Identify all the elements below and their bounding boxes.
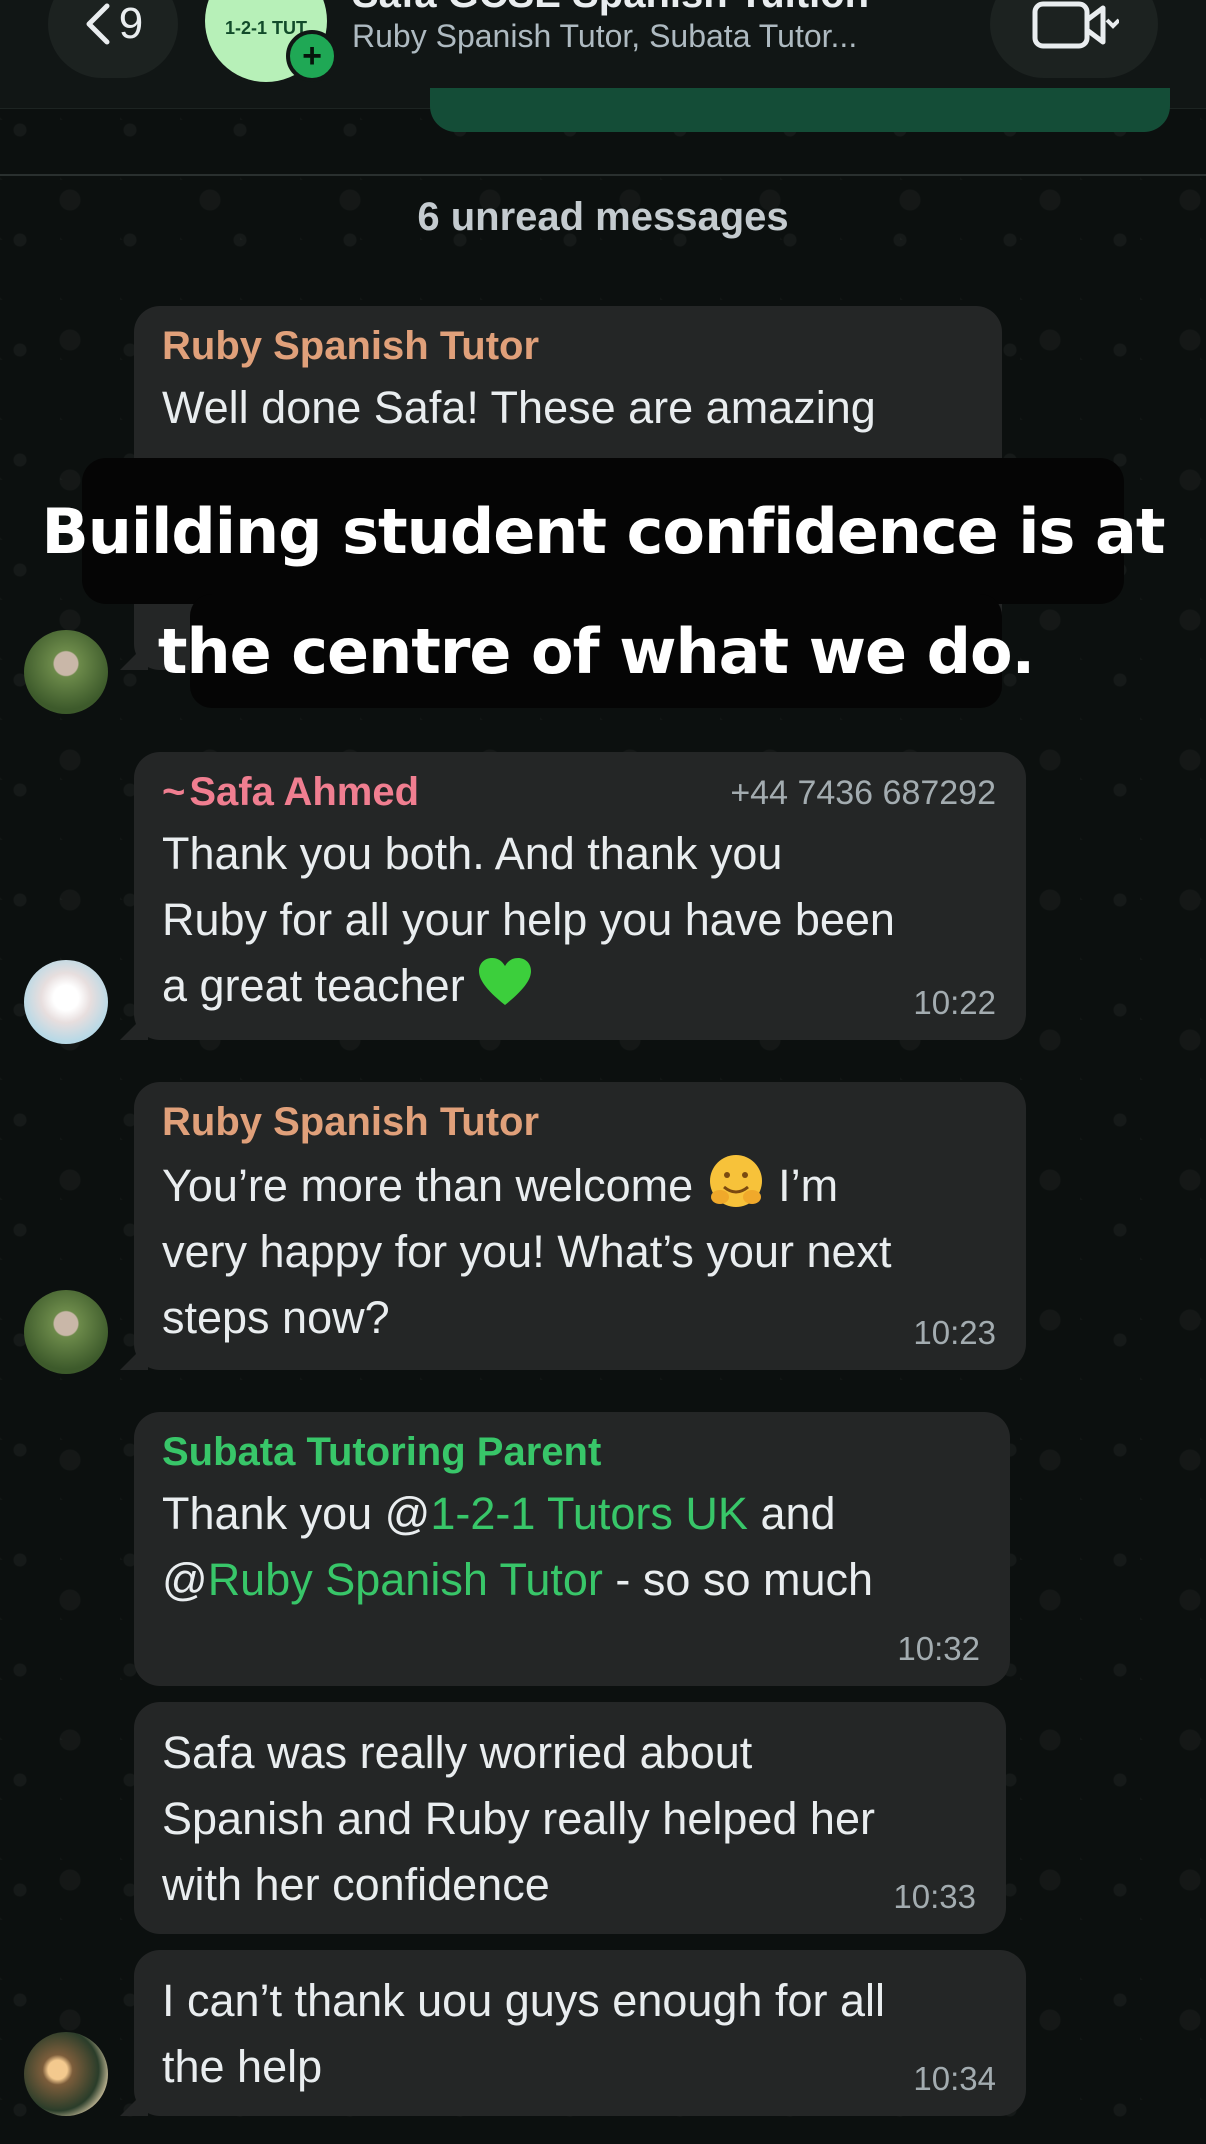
- message-bubble[interactable]: Safa was really worried about Spanish an…: [134, 1702, 1006, 1934]
- mention-link[interactable]: Ruby Spanish Tutor: [208, 1554, 603, 1605]
- message-time: 10:33: [893, 1878, 976, 1915]
- avatar[interactable]: [24, 2032, 108, 2116]
- group-title: Safa GCSE Spanish Tuition: [352, 0, 869, 17]
- message-bubble[interactable]: Subata Tutoring Parent Thank you @1-2-1 …: [134, 1412, 1010, 1686]
- message-text: I can’t thank uou guys enough for all th…: [162, 1975, 885, 2092]
- message-text: Thank you @1-2-1 Tutors UK and @Ruby Spa…: [162, 1488, 874, 1605]
- divider: [0, 174, 1206, 176]
- back-button[interactable]: 9: [48, 0, 178, 78]
- message-time: 10:23: [913, 1314, 996, 1351]
- caption-line-1: Building student confidence is at: [42, 458, 1166, 604]
- avatar[interactable]: [24, 630, 108, 714]
- sender-name[interactable]: Ruby Spanish Tutor: [162, 324, 974, 369]
- sender-name[interactable]: Ruby Spanish Tutor: [162, 1100, 998, 1145]
- video-call-button[interactable]: [990, 0, 1158, 78]
- message-text: You’re more than welcome I’m very happy …: [162, 1151, 998, 1351]
- group-members: Ruby Spanish Tutor, Subata Tutor...: [352, 18, 858, 54]
- hugging-face-icon: [709, 1155, 762, 1207]
- sender-name[interactable]: Subata Tutoring Parent: [162, 1430, 982, 1475]
- message-text: Thank you both. And thank you Ruby for a…: [162, 828, 895, 1011]
- message-bubble[interactable]: Ruby Spanish Tutor You’re more than welc…: [120, 1082, 1026, 1370]
- message-bubble[interactable]: I can’t thank uou guys enough for all th…: [120, 1950, 1026, 2116]
- unread-messages-banner: 6 unread messages: [417, 195, 789, 239]
- sender-phone: +44 7436 687292: [730, 774, 996, 812]
- chevron-left-icon: [86, 3, 110, 45]
- message-text: Safa was really worried about Spanish an…: [162, 1727, 875, 1910]
- message-time: 10:22: [913, 984, 996, 1021]
- message-time: 10:32: [897, 1630, 980, 1667]
- message-bubble[interactable]: ~ Safa Ahmed +44 7436 687292 Thank you bo…: [120, 752, 1026, 1040]
- mention-link[interactable]: 1-2-1 Tutors UK: [430, 1488, 748, 1539]
- avatar[interactable]: [24, 960, 108, 1044]
- add-icon: +: [286, 30, 338, 82]
- video-camera-icon: [1032, 1, 1119, 49]
- green-heart-icon: [479, 958, 532, 1005]
- previous-sent-bubble: [430, 88, 1170, 132]
- avatar[interactable]: [24, 1290, 108, 1374]
- unread-chat-count: 9: [118, 0, 144, 48]
- caption-line-2: the centre of what we do.: [158, 594, 1035, 708]
- message-time: 10:34: [913, 2060, 996, 2097]
- message-text: Well done Safa! These are amazing: [162, 382, 876, 433]
